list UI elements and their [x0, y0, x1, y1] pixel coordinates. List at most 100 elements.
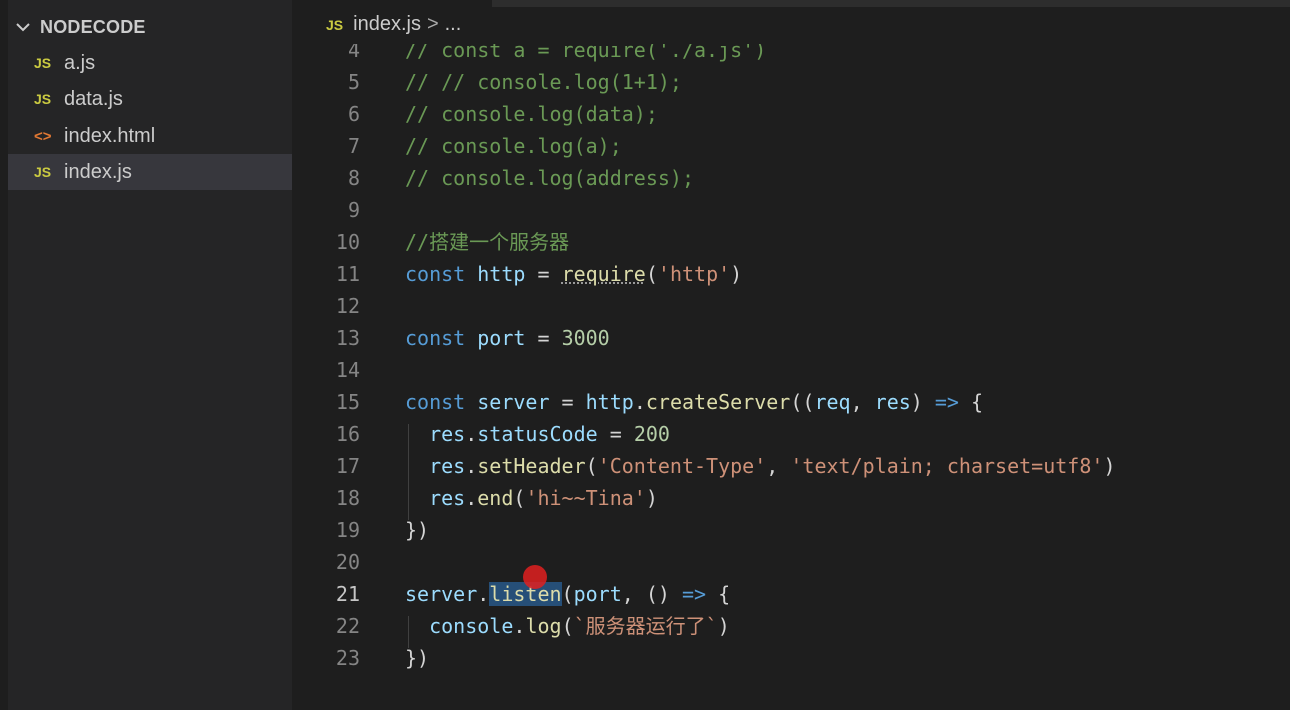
html-file-icon: <>: [34, 127, 52, 145]
activity-bar-edge: [0, 0, 8, 710]
line-code[interactable]: const port = 3000: [405, 322, 610, 354]
identifier: res: [429, 454, 466, 478]
file-name: index.html: [64, 124, 156, 147]
code-line[interactable]: 11 const http = require('http'): [292, 258, 1290, 290]
line-code[interactable]: console.log(`服务器运行了`): [405, 610, 730, 642]
identifier: port: [477, 326, 526, 350]
code-line[interactable]: 14: [292, 354, 1290, 386]
operator: =: [597, 422, 634, 446]
code-line[interactable]: 15 const server = http.createServer((req…: [292, 386, 1290, 418]
identifier: res: [874, 390, 911, 414]
line-code[interactable]: // console.log(data);: [405, 98, 658, 130]
keyword: =>: [934, 390, 959, 414]
chevron-right-icon: >: [426, 13, 439, 35]
identifier: req: [814, 390, 851, 414]
identifier: res: [429, 486, 466, 510]
line-number: 11: [335, 262, 360, 286]
comment: // // console.log(1+1);: [405, 70, 682, 94]
code-line[interactable]: 5 // // console.log(1+1);: [292, 66, 1290, 98]
line-number: 22: [335, 614, 360, 638]
file-name: a.js: [64, 51, 96, 74]
line-code[interactable]: res.end('hi~~Tina'): [405, 482, 658, 514]
identifier: server: [405, 582, 478, 606]
line-number: 7: [347, 134, 360, 158]
line-code[interactable]: res.statusCode = 200: [405, 418, 670, 450]
string: 'http': [657, 262, 731, 286]
explorer-folder-header[interactable]: NODECODE: [14, 14, 146, 40]
code-line[interactable]: 16 res.statusCode = 200: [292, 418, 1290, 450]
code-line[interactable]: 12: [292, 290, 1290, 322]
line-code[interactable]: // const a = require('./a.js'): [405, 44, 766, 66]
selected-function-name[interactable]: listen: [489, 582, 562, 606]
line-code[interactable]: // console.log(address);: [405, 162, 694, 194]
code-editor[interactable]: 4 // const a = require('./a.js') 5 // //…: [292, 44, 1290, 710]
file-name: index.js: [64, 160, 132, 183]
comment: // console.log(data);: [405, 102, 658, 126]
code-line[interactable]: 7 // console.log(a);: [292, 130, 1290, 162]
function-name: setHeader: [477, 454, 586, 478]
identifier: console: [429, 614, 514, 638]
explorer-sidebar: NODECODE JS a.js JS data.js <> index.htm…: [0, 0, 292, 710]
line-code[interactable]: const server = http.createServer((req, r…: [405, 386, 983, 418]
identifier: http: [477, 262, 526, 286]
javascript-file-icon: JS: [34, 164, 52, 180]
mouse-pointer-highlight-icon: [523, 565, 547, 589]
function-name: log: [525, 614, 562, 638]
file-name: data.js: [64, 87, 123, 110]
line-number: 6: [347, 102, 360, 126]
code-line[interactable]: 19 }): [292, 514, 1290, 546]
breadcrumb[interactable]: JS index.js > ...: [326, 13, 461, 36]
line-number: 19: [335, 518, 360, 542]
code-line[interactable]: 20: [292, 546, 1290, 578]
line-code[interactable]: }): [405, 514, 429, 546]
keyword: const: [405, 390, 466, 414]
javascript-file-icon: JS: [326, 16, 344, 33]
code-line[interactable]: 10 //搭建一个服务器: [292, 226, 1290, 258]
operator: =: [525, 262, 562, 286]
line-code[interactable]: res.setHeader('Content-Type', 'text/plai…: [405, 450, 1115, 482]
line-number: 20: [335, 550, 360, 574]
line-number: 16: [335, 422, 360, 446]
line-code[interactable]: // console.log(a);: [405, 130, 622, 162]
line-number: 13: [335, 326, 360, 350]
keyword: const: [405, 326, 466, 350]
file-item-a-js[interactable]: JS a.js: [8, 45, 292, 81]
function-name: require: [561, 262, 646, 286]
line-code[interactable]: }): [405, 642, 429, 674]
code-line[interactable]: 18 res.end('hi~~Tina'): [292, 482, 1290, 514]
line-code[interactable]: // // console.log(1+1);: [405, 66, 682, 98]
tab-strip: [492, 0, 1290, 7]
code-line[interactable]: 22 console.log(`服务器运行了`): [292, 610, 1290, 642]
file-item-index-js[interactable]: JS index.js: [8, 154, 292, 190]
function-name: end: [477, 486, 514, 510]
code-line[interactable]: 17 res.setHeader('Content-Type', 'text/p…: [292, 450, 1290, 482]
code-line[interactable]: 9: [292, 194, 1290, 226]
folder-name: NODECODE: [40, 16, 146, 37]
line-code[interactable]: const http = require('http'): [405, 258, 742, 290]
line-number: 15: [335, 390, 360, 414]
comment: // console.log(address);: [405, 166, 694, 190]
line-number: 23: [335, 646, 360, 670]
breadcrumb-file[interactable]: index.js: [353, 13, 421, 36]
string: 'Content-Type': [597, 454, 767, 478]
code-line[interactable]: 23 }): [292, 642, 1290, 674]
code-line-current[interactable]: 21 server.listen(port, () => {: [292, 578, 1290, 610]
number: 200: [633, 422, 670, 446]
string: 'hi~~Tina': [525, 486, 646, 510]
string: `服务器运行了`: [573, 614, 718, 638]
file-item-data-js[interactable]: JS data.js: [8, 81, 292, 117]
function-name: createServer: [645, 390, 791, 414]
code-line[interactable]: 4 // const a = require('./a.js'): [292, 44, 1290, 66]
breadcrumb-more[interactable]: ...: [445, 13, 462, 36]
line-number: 5: [347, 70, 360, 94]
line-code[interactable]: //搭建一个服务器: [405, 226, 569, 258]
identifier: server: [477, 390, 550, 414]
line-number: 17: [335, 454, 360, 478]
code-line[interactable]: 13 const port = 3000: [292, 322, 1290, 354]
line-number: 18: [335, 486, 360, 510]
file-item-index-html[interactable]: <> index.html: [8, 118, 292, 154]
line-code[interactable]: server.listen(port, () => {: [405, 578, 730, 610]
code-line[interactable]: 6 // console.log(data);: [292, 98, 1290, 130]
chevron-down-icon: [16, 23, 30, 32]
code-line[interactable]: 8 // console.log(address);: [292, 162, 1290, 194]
